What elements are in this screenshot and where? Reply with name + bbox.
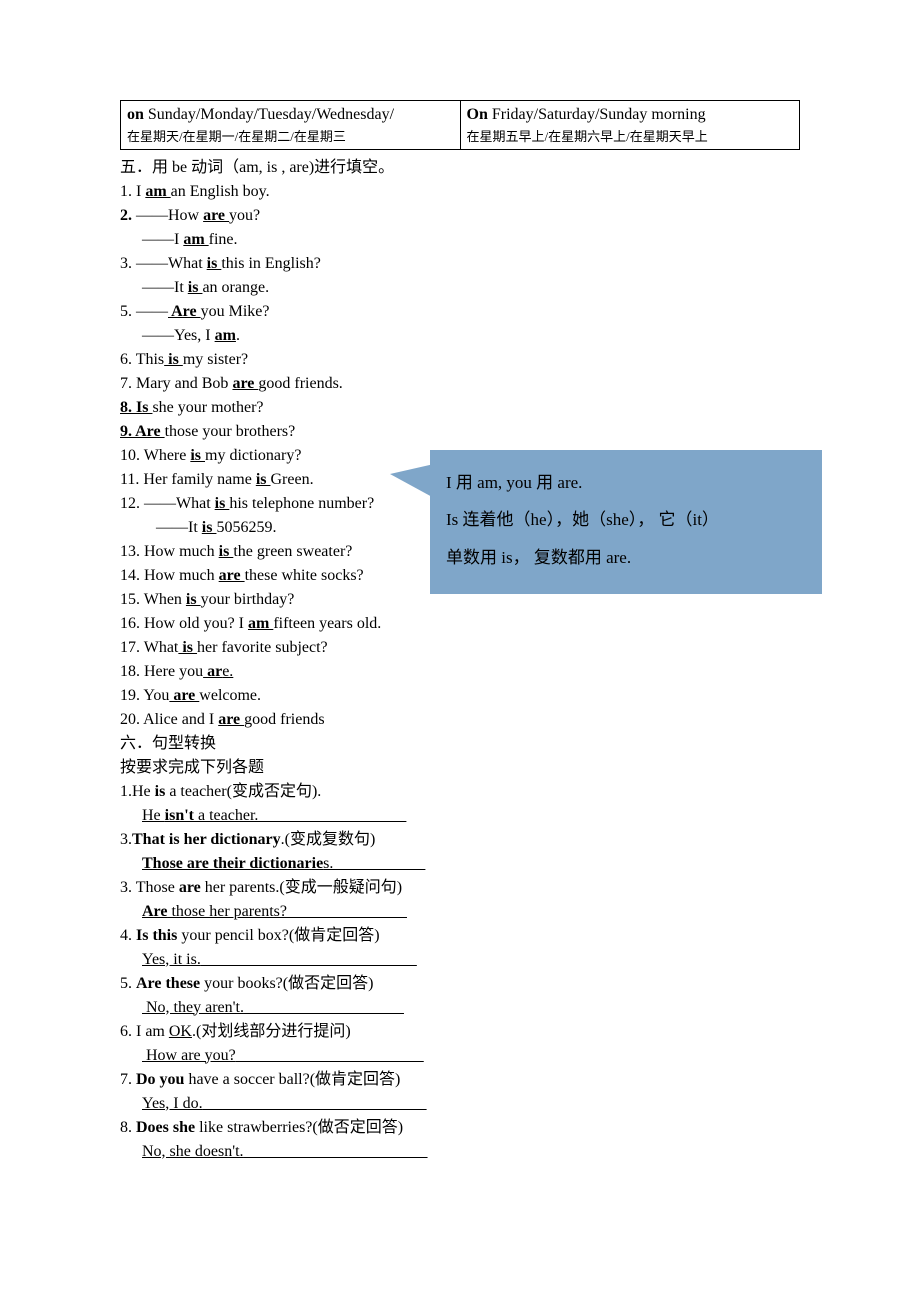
s6-question: 7. Do you have a soccer ball?(做肯定回答) xyxy=(120,1068,800,1092)
q1: 1. I am an English boy. xyxy=(120,180,800,204)
s6-answer: No, she doesn't. xyxy=(120,1140,800,1164)
q9: 9. Are those your brothers? xyxy=(120,420,800,444)
s6-question: 3.That is her dictionary.(变成复数句) xyxy=(120,828,800,852)
table-cell-left: on Sunday/Monday/Tuesday/Wednesday/ 在星期天… xyxy=(121,101,461,150)
q17: 17. What is her favorite subject? xyxy=(120,636,800,660)
s6-question: 5. Are these your books?(做否定回答) xyxy=(120,972,800,996)
q3a: 3. ——What is this in English? xyxy=(120,252,800,276)
callout-line1: I 用 am, you 用 are. xyxy=(446,464,806,501)
q6: 6. This is my sister? xyxy=(120,348,800,372)
s6-question: 3. Those are her parents.(变成一般疑问句) xyxy=(120,876,800,900)
callout-line2: Is 连着他（he），她（she）， 它（it） xyxy=(446,501,806,538)
q20: 20. Alice and I are good friends xyxy=(120,708,800,732)
left-translation: 在星期天/在星期一/在星期二/在星期三 xyxy=(127,127,454,147)
q5b: ——Yes, I am. xyxy=(120,324,800,348)
s6-question: 8. Does she like strawberries?(做否定回答) xyxy=(120,1116,800,1140)
s6-question: 4. Is this your pencil box?(做肯定回答) xyxy=(120,924,800,948)
table-cell-right: On Friday/Saturday/Sunday morning 在星期五早上… xyxy=(460,101,800,150)
section6-title: 六．句型转换 xyxy=(120,732,800,756)
s6-question: 6. I am OK.(对划线部分进行提问) xyxy=(120,1020,800,1044)
s6-question: 1.He is a teacher(变成否定句). xyxy=(120,780,800,804)
s6-answer: How are you? xyxy=(120,1044,800,1068)
q16: 16. How old you? I am fifteen years old. xyxy=(120,612,800,636)
right-prefix: On xyxy=(467,106,488,123)
q8: 8. Is she your mother? xyxy=(120,396,800,420)
section6-subtitle: 按要求完成下列各题 xyxy=(120,756,800,780)
q3b: ——It is an orange. xyxy=(120,276,800,300)
section5-title: 五．用 be 动词（am, is , are)进行填空。 xyxy=(120,156,800,180)
s6-answer: He isn't a teacher. xyxy=(120,804,800,828)
s6-answer: No, they aren't. xyxy=(120,996,800,1020)
q19: 19. You are welcome. xyxy=(120,684,800,708)
q2a: 2. ——How are you? xyxy=(120,204,800,228)
left-prefix: on xyxy=(127,106,144,123)
right-translation: 在星期五早上/在星期六早上/在星期天早上 xyxy=(467,127,794,147)
q7: 7. Mary and Bob are good friends. xyxy=(120,372,800,396)
q18: 18. Here you are. xyxy=(120,660,800,684)
right-days: Friday/Saturday/Sunday morning xyxy=(488,106,706,123)
left-days: Sunday/Monday/Tuesday/Wednesday/ xyxy=(144,106,394,123)
s6-answer: Yes, I do. xyxy=(120,1092,800,1116)
s6-answer: Are those her parents? xyxy=(120,900,800,924)
grammar-callout: I 用 am, you 用 are. Is 连着他（he），她（she）， 它（… xyxy=(430,450,822,594)
preposition-table: on Sunday/Monday/Tuesday/Wednesday/ 在星期天… xyxy=(120,100,800,150)
s6-answer: Those are their dictionaries. xyxy=(120,852,800,876)
callout-line3: 单数用 is， 复数都用 are. xyxy=(446,539,806,576)
s6-answer: Yes, it is. xyxy=(120,948,800,972)
q2b: ——I am fine. xyxy=(120,228,800,252)
q5a: 5. —— Are you Mike? xyxy=(120,300,800,324)
